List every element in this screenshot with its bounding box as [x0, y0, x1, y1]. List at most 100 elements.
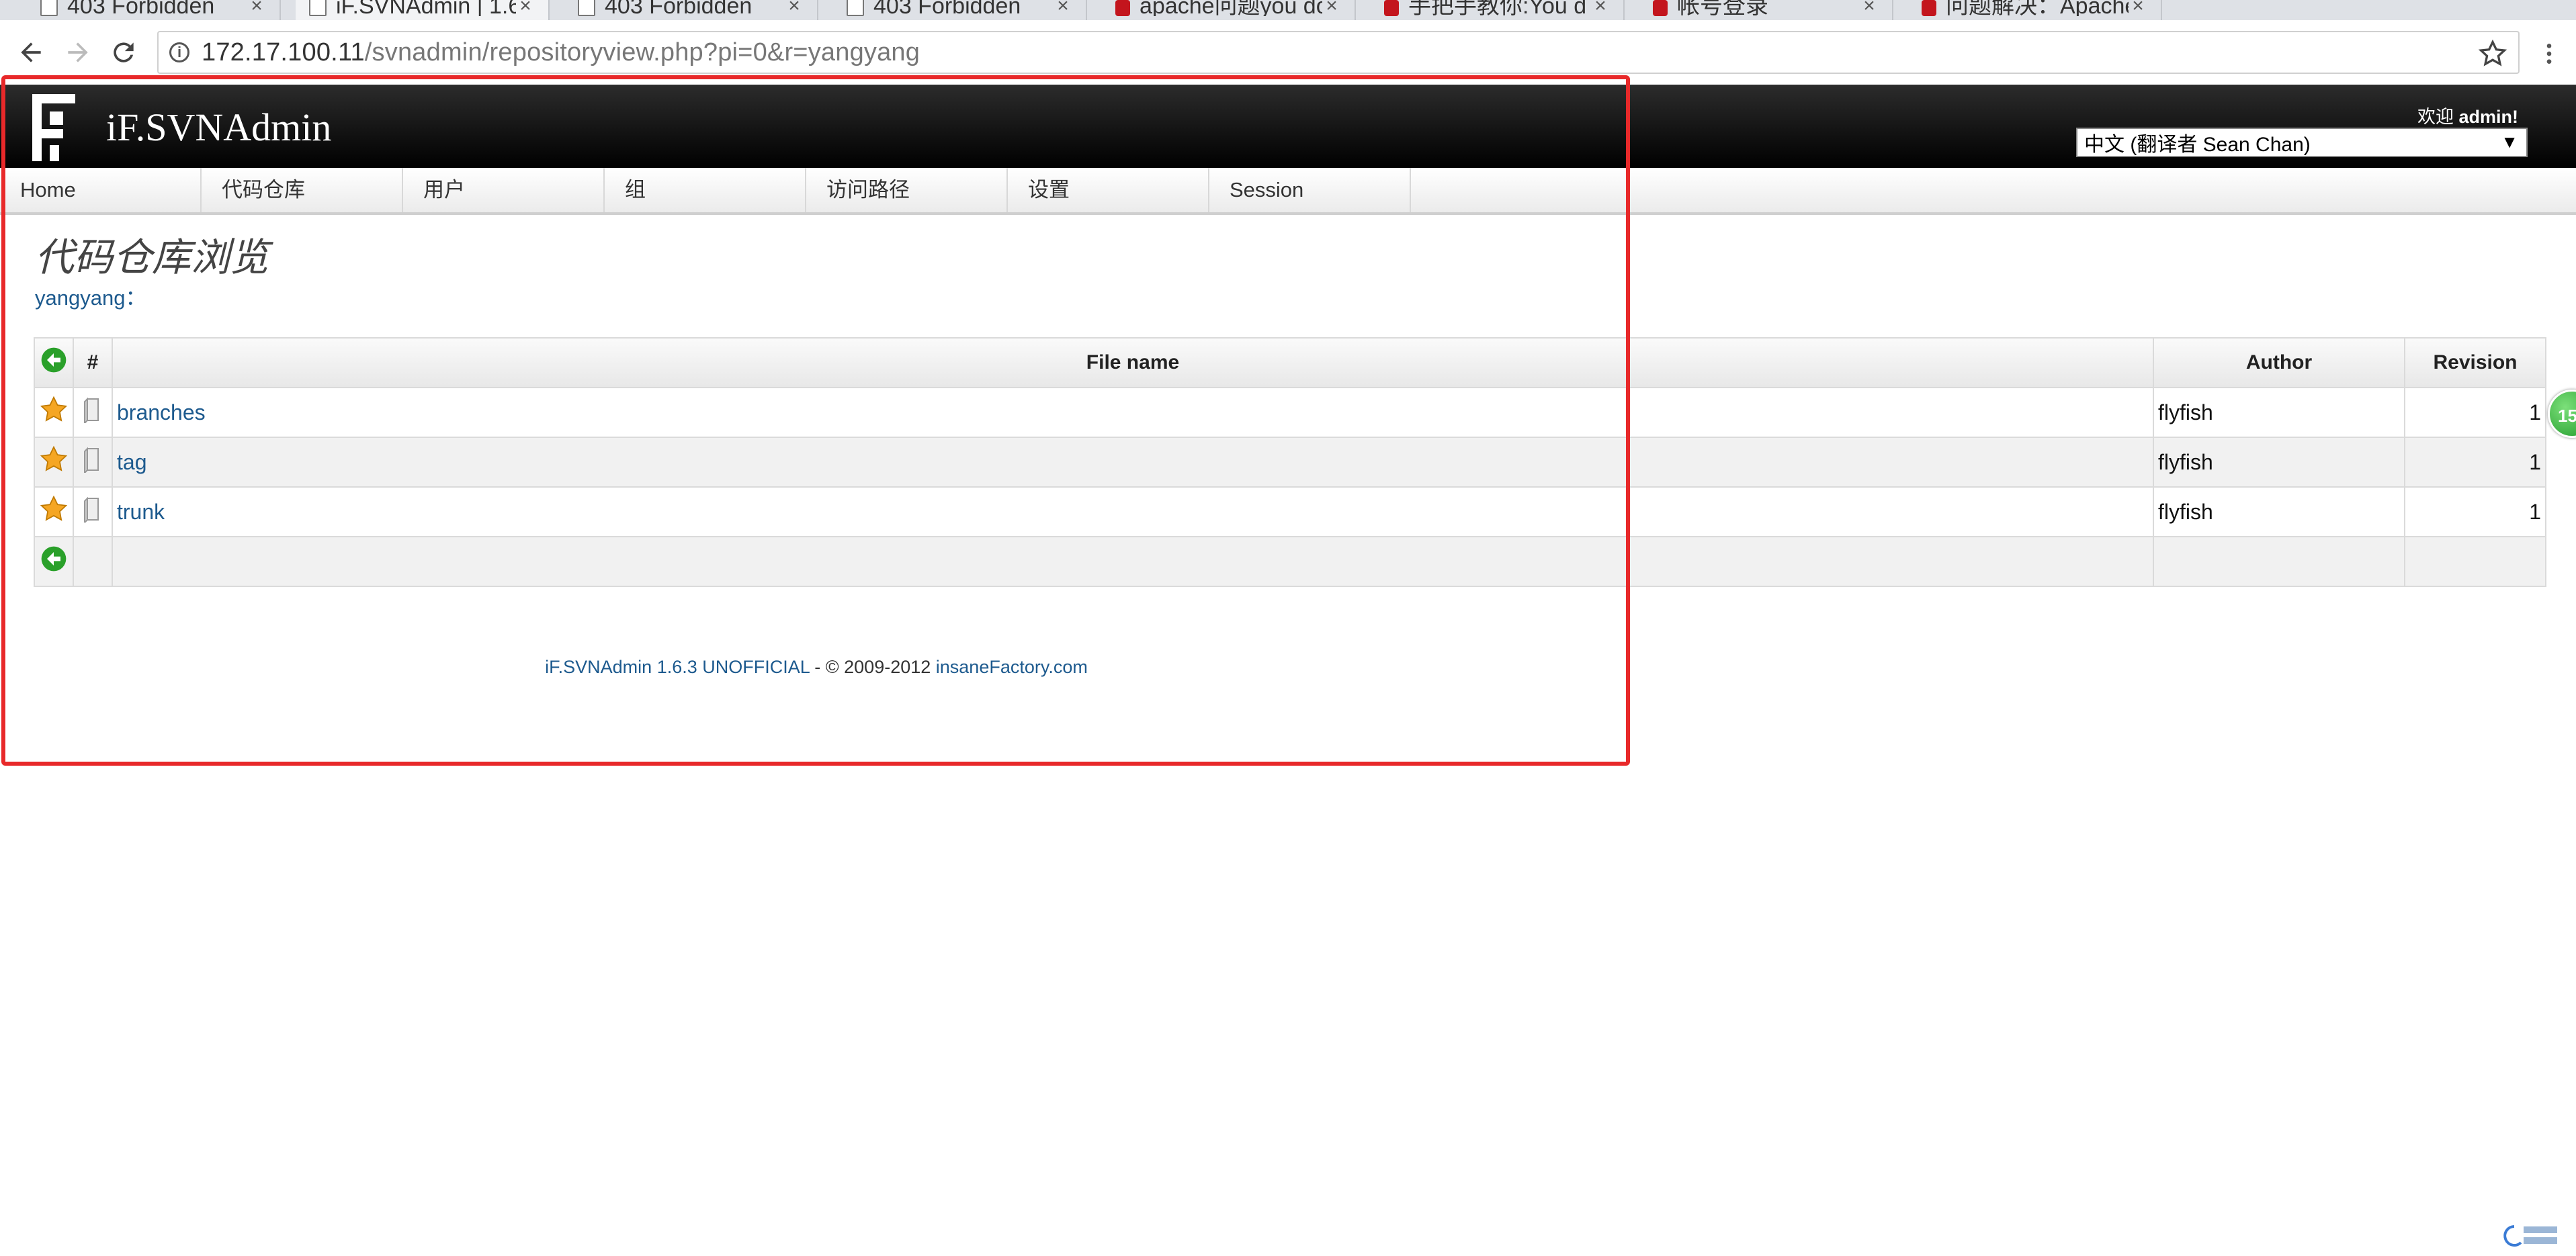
header-back-cell — [34, 337, 74, 388]
close-icon[interactable]: × — [516, 0, 535, 16]
app-header: iF.SVNAdmin 欢迎 admin! 中文 (翻译者 Sean Chan)… — [0, 85, 2576, 168]
favorite-cell[interactable] — [34, 486, 74, 537]
header-hash: # — [73, 337, 113, 388]
browser-menu-icon[interactable] — [2537, 40, 2561, 67]
folder-icon — [84, 447, 99, 475]
tab-5[interactable]: 手把手教你:You d × — [1371, 0, 1625, 20]
reload-button[interactable] — [103, 32, 144, 73]
repository-table: # File name Author Revision branches fly… — [34, 337, 2546, 587]
page-icon — [847, 0, 864, 16]
close-icon[interactable]: × — [247, 0, 266, 16]
page-title: 代码仓库浏览 — [35, 236, 269, 279]
product-link[interactable]: iF.SVNAdmin 1.6.3 UNOFFICIAL — [545, 657, 810, 677]
brand-icon — [1384, 0, 1399, 16]
tab-0[interactable]: 403 Forbidden × — [27, 0, 281, 20]
copyright-text: - © 2009-2012 — [809, 657, 936, 677]
tab-7[interactable]: 问题解决：Apache × — [1908, 0, 2162, 20]
type-cell — [73, 387, 113, 438]
star-icon — [40, 445, 68, 472]
arrow-right-icon — [68, 42, 88, 62]
folder-icon — [84, 397, 99, 425]
file-name-cell: tag — [112, 437, 2154, 488]
close-icon[interactable]: × — [1591, 0, 1610, 16]
type-cell — [73, 437, 113, 488]
revision-cell: 1 — [2404, 486, 2546, 537]
header-revision[interactable]: Revision — [2404, 337, 2546, 388]
tab-1[interactable]: iF.SVNAdmin | 1.6 × — [296, 0, 550, 20]
favorite-cell[interactable] — [34, 387, 74, 438]
floating-badge[interactable]: 15 — [2548, 390, 2576, 438]
star-icon — [40, 495, 68, 521]
arrow-left-icon — [21, 42, 41, 62]
brand-icon — [1922, 0, 1936, 16]
tab-title: 403 Forbidden — [873, 0, 1021, 16]
file-link[interactable]: trunk — [117, 500, 165, 524]
language-value: 中文 (翻译者 Sean Chan) — [2084, 134, 2311, 156]
table-row: branches flyfish 1 — [34, 387, 2546, 438]
svnadmin-logo-icon — [32, 94, 75, 161]
tab-title: 403 Forbidden — [605, 0, 753, 16]
close-icon[interactable]: × — [1860, 0, 1879, 16]
back-button[interactable] — [11, 32, 51, 73]
back-arrow-icon[interactable] — [40, 545, 67, 572]
menu-item-settings[interactable]: 设置 — [1008, 168, 1209, 212]
header-file-name[interactable]: File name — [112, 337, 2154, 388]
welcome-prefix: 欢迎 — [2417, 107, 2454, 127]
menu-item-groups[interactable]: 组 — [605, 168, 806, 212]
tab-2[interactable]: 403 Forbidden × — [564, 0, 818, 20]
table-header-row: # File name Author Revision — [34, 337, 2546, 388]
app-title: iF.SVNAdmin — [106, 105, 332, 149]
favorite-cell[interactable] — [34, 437, 74, 488]
close-icon[interactable]: × — [785, 0, 804, 16]
type-cell — [73, 486, 113, 537]
revision-cell: 1 — [2404, 437, 2546, 488]
menu-item-session[interactable]: Session — [1209, 168, 1411, 212]
author-cell: flyfish — [2153, 387, 2405, 438]
tab-6[interactable]: 帐号登录 × — [1639, 0, 1893, 20]
forward-button[interactable] — [58, 32, 98, 73]
site-link[interactable]: insaneFactory.com — [936, 657, 1088, 677]
tab-4[interactable]: apache问题you don × — [1102, 0, 1356, 20]
language-select[interactable]: 中文 (翻译者 Sean Chan) ▼ — [2076, 128, 2528, 157]
tab-strip: 403 Forbidden × iF.SVNAdmin | 1.6 × 403 … — [0, 0, 2576, 20]
menu-item-users[interactable]: 用户 — [403, 168, 605, 212]
menu-item-access-paths[interactable]: 访问路径 — [806, 168, 1008, 212]
address-bar[interactable]: i 172.17.100.11/svnadmin/repositoryview.… — [157, 31, 2520, 74]
brand-icon — [1115, 0, 1130, 16]
page-icon — [40, 0, 58, 16]
url-text: 172.17.100.11/svnadmin/repositoryview.ph… — [202, 38, 920, 67]
table-row: trunk flyfish 1 — [34, 486, 2546, 537]
url-path: /svnadmin/repositoryview.php?pi=0&r=yang… — [364, 38, 920, 66]
file-name-cell: branches — [112, 387, 2154, 438]
reload-icon — [114, 42, 134, 62]
close-icon[interactable]: × — [1322, 0, 1341, 16]
welcome-text: 欢迎 admin! — [2417, 102, 2518, 128]
close-icon[interactable]: × — [2129, 0, 2147, 16]
tab-title: apache问题you don — [1140, 0, 1322, 16]
header-author[interactable]: Author — [2153, 337, 2405, 388]
bookmark-star-icon[interactable] — [2478, 39, 2507, 69]
tab-title: 403 Forbidden — [67, 0, 215, 16]
info-icon[interactable]: i — [169, 42, 189, 62]
close-icon[interactable]: × — [1054, 0, 1072, 16]
author-cell: flyfish — [2153, 437, 2405, 488]
browser-toolbar: i 172.17.100.11/svnadmin/repositoryview.… — [0, 20, 2576, 87]
footer-back-cell — [34, 536, 74, 587]
empty-cell — [2404, 536, 2546, 587]
breadcrumb[interactable]: yangyang： — [35, 281, 146, 311]
brand-icon — [1653, 0, 1668, 16]
file-link[interactable]: branches — [117, 400, 206, 424]
empty-cell — [112, 536, 2154, 587]
back-arrow-icon[interactable] — [40, 347, 67, 373]
page-icon — [578, 0, 595, 16]
empty-cell — [73, 536, 113, 587]
menu-item-home[interactable]: Home — [0, 168, 202, 212]
folder-icon — [84, 496, 99, 525]
table-row: tag flyfish 1 — [34, 437, 2546, 488]
menu-item-repositories[interactable]: 代码仓库 — [202, 168, 403, 212]
table-footer-row — [34, 536, 2546, 587]
tab-title: iF.SVNAdmin | 1.6 — [336, 0, 516, 16]
watermark-logo-icon — [2503, 1225, 2557, 1247]
tab-3[interactable]: 403 Forbidden × — [833, 0, 1087, 20]
file-link[interactable]: tag — [117, 450, 146, 474]
